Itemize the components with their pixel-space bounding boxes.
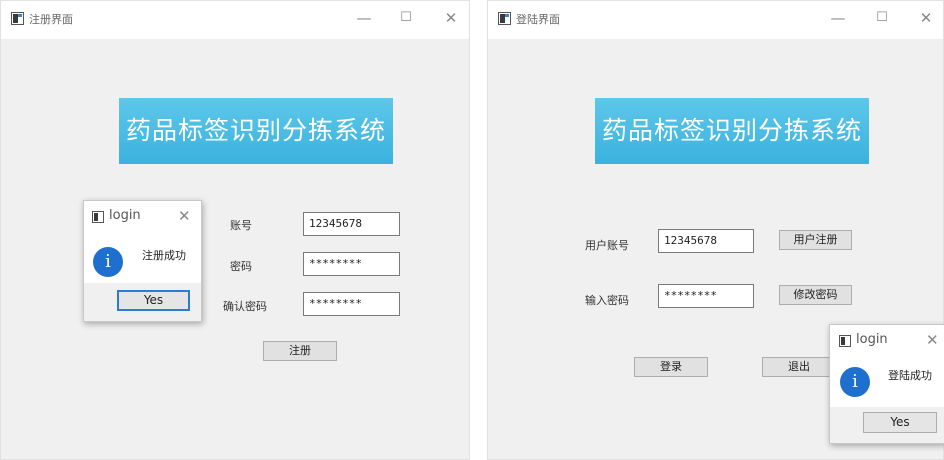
account-input[interactable]: 12345678 xyxy=(658,229,754,253)
confirm-password-input[interactable]: ******** xyxy=(303,292,400,316)
login-window: 登陆界面 — ☐ ✕ 药品标签识别分拣系统 用户账号 12345678 用户注册… xyxy=(487,0,944,460)
info-icon: i xyxy=(840,367,870,397)
dialog-title: login xyxy=(856,332,888,347)
window-title: 注册界面 xyxy=(29,13,73,26)
minimize-icon[interactable]: — xyxy=(828,9,848,27)
yes-button[interactable]: Yes xyxy=(863,412,937,433)
register-success-dialog: login ✕ i 注册成功 Yes xyxy=(83,200,202,322)
close-icon[interactable]: ✕ xyxy=(441,9,461,27)
maximize-icon[interactable]: ☐ xyxy=(872,9,892,27)
confirm-password-label: 确认密码 xyxy=(223,300,267,313)
maximize-icon[interactable]: ☐ xyxy=(396,9,416,27)
app-icon xyxy=(498,12,511,25)
minimize-icon[interactable]: — xyxy=(354,9,374,27)
dialog-message: 注册成功 xyxy=(142,249,186,262)
login-button[interactable]: 登录 xyxy=(634,357,708,377)
dialog-body: login ✕ i 登陆成功 xyxy=(830,325,944,407)
system-banner: 药品标签识别分拣系统 xyxy=(119,98,393,164)
account-label: 用户账号 xyxy=(585,239,629,252)
close-icon[interactable]: ✕ xyxy=(926,331,939,349)
register-window-titlebar: 注册界面 — ☐ ✕ xyxy=(1,1,469,39)
exit-button[interactable]: 退出 xyxy=(762,357,836,377)
dialog-message: 登陆成功 xyxy=(888,369,932,382)
password-label: 密码 xyxy=(230,260,252,273)
close-icon[interactable]: ✕ xyxy=(178,207,191,225)
register-button[interactable]: 注册 xyxy=(263,341,337,361)
account-label: 账号 xyxy=(230,219,252,232)
login-success-dialog: login ✕ i 登陆成功 Yes xyxy=(829,324,944,444)
register-window: 注册界面 — ☐ ✕ 药品标签识别分拣系统 账号 12345678 密码 ***… xyxy=(0,0,470,460)
password-input[interactable]: ******** xyxy=(658,284,754,308)
app-icon xyxy=(839,335,851,347)
change-password-button[interactable]: 修改密码 xyxy=(779,285,852,305)
dialog-title: login xyxy=(109,208,141,223)
app-icon xyxy=(92,211,104,223)
account-input[interactable]: 12345678 xyxy=(303,212,400,236)
user-register-button[interactable]: 用户注册 xyxy=(779,230,852,250)
info-icon: i xyxy=(93,247,123,277)
password-input[interactable]: ******** xyxy=(303,252,400,276)
window-title: 登陆界面 xyxy=(516,13,560,26)
yes-button[interactable]: Yes xyxy=(117,290,190,311)
close-icon[interactable]: ✕ xyxy=(916,9,936,27)
password-label: 输入密码 xyxy=(585,294,629,307)
system-banner: 药品标签识别分拣系统 xyxy=(595,98,869,164)
dialog-body: login ✕ i 注册成功 xyxy=(84,201,201,283)
login-window-titlebar: 登陆界面 — ☐ ✕ xyxy=(488,1,943,39)
app-icon xyxy=(11,12,24,25)
